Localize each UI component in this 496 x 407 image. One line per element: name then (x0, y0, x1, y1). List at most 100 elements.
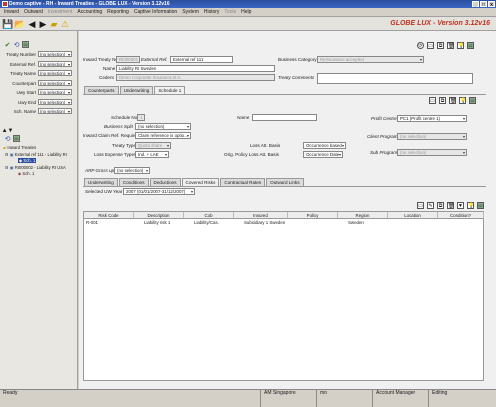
table-cell: Sweden (348, 220, 364, 225)
client-program-select[interactable]: (no selection) (397, 133, 467, 140)
tree-root[interactable]: ▰ Inward Treaties (3, 145, 36, 150)
sched-new-icon[interactable]: ▭ (429, 97, 436, 104)
sheet-icon[interactable]: ▤ (467, 42, 474, 49)
tab-underwriting[interactable]: Underwriting (119, 86, 154, 94)
schedule-no-field[interactable]: 1 (137, 114, 145, 121)
menu-tools[interactable]: Tools (224, 8, 236, 16)
filter-select-4[interactable]: (no selection) (38, 89, 72, 95)
external-ref-field[interactable]: External ref 111 (170, 56, 233, 63)
tab-counterparts[interactable]: Counterparts (84, 86, 119, 94)
grid-filter-icon[interactable]: ▼ (457, 202, 464, 209)
refresh-icon[interactable]: ⟲ (13, 41, 20, 49)
tab-schedule-1[interactable]: Schedule 1 (154, 86, 186, 94)
uw-year-select[interactable]: 2007 (01/01/2007-31/12/2007) (123, 188, 195, 195)
status-user: mo (316, 390, 372, 407)
menu-accounting[interactable]: Accounting (77, 8, 102, 16)
filter-select-6[interactable]: (no selection) (38, 108, 72, 114)
open-icon[interactable]: 📂 (14, 19, 25, 29)
subtab-contractual-rates[interactable]: Contractual Rates (220, 178, 266, 186)
subtab-covered-risks[interactable]: Covered Risks (181, 178, 220, 186)
table-cell (446, 220, 492, 226)
menu-system[interactable]: System (182, 8, 199, 16)
folder-icon[interactable]: ▰ (49, 19, 59, 29)
sched-delete-icon[interactable]: 🗑 (449, 97, 456, 104)
window-title: Demo captive - RH - Inward Treaties - GL… (9, 1, 170, 7)
warning-icon[interactable]: ⚠ (60, 19, 70, 29)
grid-sheet-icon[interactable]: ▤ (477, 202, 484, 209)
tree-node-schedule-2[interactable]: ◆ Sch. 1 (18, 171, 34, 176)
table-cell: Liability risk 1 (144, 220, 171, 225)
covered-risks-table[interactable]: Risk Code Description Cob Insured Policy Regi… (83, 211, 484, 381)
sched-sheet-icon[interactable]: ▤ (469, 97, 476, 104)
menu-captive-information[interactable]: Captive Information (134, 8, 177, 16)
schedule-name-field[interactable] (252, 114, 317, 121)
delete-icon[interactable]: 🗑 (447, 42, 454, 49)
cedent-field[interactable]: Demo Corporate Insurance B.V. (116, 74, 275, 81)
hint-icon[interactable]: 💡 (457, 42, 464, 49)
grid-new-icon[interactable]: ▭ (417, 202, 424, 209)
name-field[interactable]: Liability RI Sweden (116, 65, 275, 72)
schedule-name-label: Name (237, 115, 250, 120)
sub-program-select[interactable]: (no selection) (397, 149, 467, 156)
filter-sheet-icon[interactable]: ▤ (22, 41, 29, 48)
grid-hint-icon[interactable]: 💡 (467, 202, 474, 209)
close-button[interactable]: x (488, 1, 495, 8)
grid-edit-icon[interactable]: ✎ (427, 202, 434, 209)
profit-centre-label: Profit Centre (371, 116, 397, 121)
forward-icon[interactable]: ▶ (38, 19, 48, 29)
business-category-select[interactable]: Reinsurance accepted (317, 56, 424, 63)
menu-help[interactable]: Help (241, 8, 251, 16)
save-icon[interactable]: 💾 (2, 19, 13, 29)
collapse-icon[interactable]: ▲▼ (2, 127, 14, 134)
inward-treaty-no-label: Inward Treaty No (83, 57, 118, 62)
inward-claim-select[interactable]: Claim reference is optio... (135, 132, 191, 139)
inward-treaty-no-field[interactable]: RI000001 (116, 56, 140, 63)
tree-sheet-icon[interactable]: ▤ (13, 135, 20, 142)
check-icon[interactable]: ✔ (4, 41, 11, 49)
filter-select-2[interactable]: (no selection) (38, 70, 72, 76)
menu-history[interactable]: History (204, 8, 220, 16)
menu-reporting[interactable]: Reporting (107, 8, 129, 16)
treaty-comments-label: Treaty Comments (278, 75, 315, 80)
filter-select-0[interactable]: (no selection) (38, 51, 72, 57)
arp-select[interactable]: (no selection) (114, 167, 150, 174)
maximize-button[interactable]: □ (480, 1, 487, 8)
table-row[interactable]: R-001 Liability risk 1 Liability/Cas. Subsi… (84, 212, 483, 225)
loss-expense-select[interactable]: Ind. + LAE (135, 151, 169, 158)
table-cell: R-001 (86, 220, 98, 225)
business-split-select[interactable]: (no selection) (135, 123, 191, 130)
tree-node-schedule-1[interactable]: ◆ Sch. 1 (18, 158, 37, 163)
tree-node-treaty-1[interactable]: ⊟ ▣ External ref 111 - Liability RI (5, 152, 67, 157)
orig-policy-select[interactable]: Occurrence Date (303, 151, 343, 158)
menu-inward[interactable]: Inward (4, 8, 19, 16)
copy-icon[interactable]: ⧉ (437, 42, 444, 49)
back-icon[interactable]: ◀ (27, 19, 37, 29)
grid-copy-icon[interactable]: ⧉ (437, 202, 444, 209)
treaty-comments-field[interactable] (317, 73, 473, 84)
sched-hint-icon[interactable]: 💡 (459, 97, 466, 104)
minimize-button[interactable]: _ (472, 1, 479, 8)
new-icon[interactable]: ▭ (427, 42, 434, 49)
menu-investment[interactable]: Investment (48, 8, 72, 16)
filter-select-3[interactable]: (no selection) (38, 79, 72, 86)
treaty-type-select[interactable]: Quota share (135, 142, 171, 149)
table-cell: Liability/Cas. (194, 220, 219, 225)
grid-delete-icon[interactable]: 🗑 (447, 202, 454, 209)
filter-select-1[interactable]: (no selection) (38, 60, 72, 67)
subtab-underwriting[interactable]: Underwriting (84, 178, 118, 186)
orig-policy-label: Orig. Policy Loss Att. Basis (224, 152, 279, 157)
filter-label-0: Treaty Number (6, 52, 36, 57)
subtab-deductions[interactable]: Deductions (149, 178, 181, 186)
status-text: Ready (3, 390, 18, 396)
sched-copy-icon[interactable]: ⧉ (439, 97, 446, 104)
subtab-outward-links[interactable]: Outward Links (266, 178, 304, 186)
tree-node-treaty-2[interactable]: ⊟ ▣ RI000002 - Liability RI USA (5, 165, 66, 170)
filter-select-5[interactable]: (no selection) (38, 98, 72, 105)
refresh-icon[interactable]: ⟳ (417, 42, 424, 49)
subtab-conditions[interactable]: Conditions (118, 178, 149, 186)
sub-program-label: Sub Program (370, 150, 398, 155)
menu-outward[interactable]: Outward (24, 8, 43, 16)
profit-centre-select[interactable]: PC1 (Profit centre 1) (397, 115, 467, 122)
loss-att-select[interactable]: Occurrence based (303, 142, 346, 149)
tree-refresh-icon[interactable]: ⟲ (4, 135, 11, 143)
